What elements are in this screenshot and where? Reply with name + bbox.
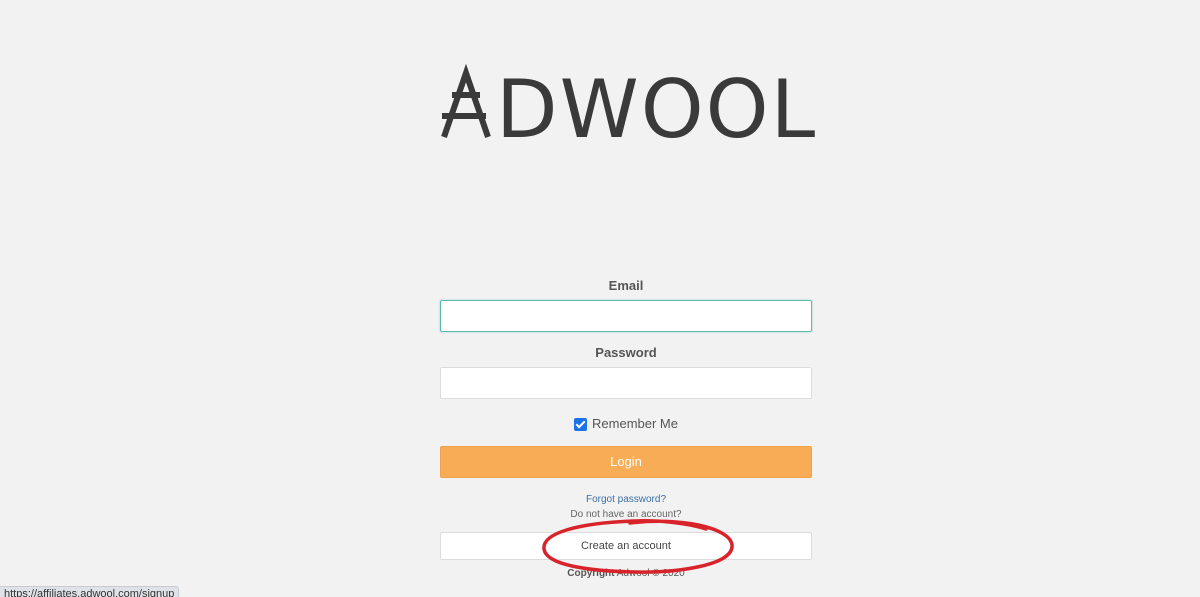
- login-form: Email Password Remember Me Login Forgot …: [440, 276, 812, 579]
- copyright-prefix: Copyright: [567, 568, 615, 579]
- logo-graphic: DWOOL: [441, 63, 817, 150]
- create-account-button[interactable]: Create an account: [440, 532, 812, 560]
- no-account-text: Do not have an account?: [570, 509, 682, 520]
- email-input[interactable]: [440, 300, 812, 332]
- password-input[interactable]: [440, 367, 812, 399]
- forgot-password-link[interactable]: Forgot password?: [440, 494, 812, 506]
- login-button[interactable]: Login: [440, 446, 812, 478]
- copyright-text: Adwool © 2020: [616, 568, 685, 579]
- email-label: Email: [608, 278, 644, 293]
- remember-me-row[interactable]: Remember Me: [440, 413, 812, 433]
- status-bar-url: https://affiliates.adwool.com/signup: [0, 586, 180, 597]
- login-page: DWOOL Email Password Remember Me Login F…: [0, 0, 1200, 597]
- adwool-logo: DWOOL: [438, 60, 818, 150]
- remember-me-label: Remember Me: [592, 415, 678, 431]
- password-label: Password: [595, 345, 657, 360]
- remember-me-checkbox[interactable]: [574, 417, 588, 431]
- copyright: Copyright Adwool © 2020: [440, 568, 812, 579]
- logo-text: DWOOL: [496, 63, 817, 150]
